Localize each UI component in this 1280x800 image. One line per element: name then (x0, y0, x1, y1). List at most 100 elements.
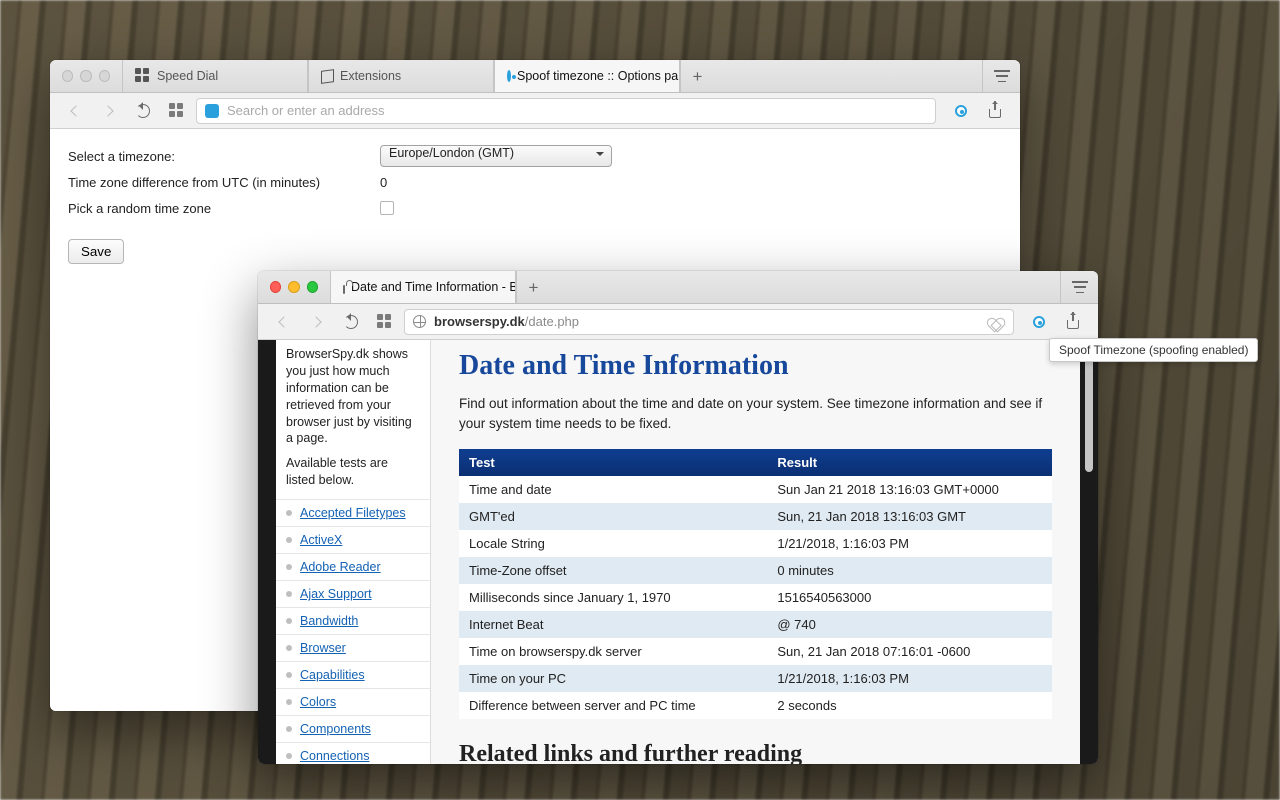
table-row: Locale String1/21/2018, 1:16:03 PM (459, 530, 1052, 557)
sidebar-item[interactable]: Adobe Reader (276, 553, 430, 580)
address-url-path: /date.php (525, 314, 579, 329)
table-row: Time-Zone offset0 minutes (459, 557, 1052, 584)
table-cell-result: Sun Jan 21 2018 13:16:03 GMT+0000 (767, 476, 1052, 503)
tab-speed-dial[interactable]: Speed Dial (122, 60, 308, 92)
lock-icon (343, 285, 345, 294)
tab-label: Spoof timezone :: Options pa (517, 69, 678, 83)
sidebar-item[interactable]: Ajax Support (276, 580, 430, 607)
sidebar-item[interactable]: Accepted Filetypes (276, 499, 430, 526)
share-button[interactable] (1058, 309, 1088, 335)
window-traffic-lights[interactable] (258, 271, 330, 303)
share-icon (1067, 320, 1079, 329)
plus-icon: + (693, 68, 703, 85)
apps-button[interactable] (370, 309, 400, 335)
reload-button[interactable] (336, 309, 366, 335)
timezone-select[interactable]: Europe/London (GMT) (380, 145, 612, 167)
table-cell-test: Time on browserspy.dk server (459, 638, 767, 665)
nav-forward-button[interactable] (94, 98, 124, 124)
results-table: Test Result Time and dateSun Jan 21 2018… (459, 449, 1052, 719)
sidebar-item[interactable]: Connections (276, 742, 430, 764)
sidebar-item[interactable]: Browser (276, 634, 430, 661)
table-cell-result: @ 740 (767, 611, 1052, 638)
table-cell-result: 0 minutes (767, 557, 1052, 584)
tab-label: Extensions (340, 69, 401, 83)
table-cell-result: Sun, 21 Jan 2018 07:16:01 -0600 (767, 638, 1052, 665)
sidebar-item-link[interactable]: Browser (300, 641, 346, 655)
table-cell-test: Milliseconds since January 1, 1970 (459, 584, 767, 611)
sidebar-item[interactable]: Colors (276, 688, 430, 715)
tab-spoof-timezone-options[interactable]: Spoof timezone :: Options pa (494, 60, 680, 92)
related-heading: Related links and further reading (459, 741, 1052, 764)
extension-spoof-timezone-button[interactable] (1024, 309, 1054, 335)
table-cell-result: 1516540563000 (767, 584, 1052, 611)
toolbar (50, 93, 1020, 129)
sidebar: BrowserSpy.dk shows you just how much in… (276, 340, 431, 764)
browser-window-browserspy: Date and Time Information - B + browsers… (258, 271, 1098, 764)
sidebar-item-link[interactable]: Capabilities (300, 668, 365, 682)
new-tab-button[interactable]: + (680, 60, 714, 92)
sidebar-item-link[interactable]: Adobe Reader (300, 560, 381, 574)
table-cell-test: Time-Zone offset (459, 557, 767, 584)
new-tab-button[interactable]: + (516, 271, 550, 303)
sidebar-intro: BrowserSpy.dk shows you just how much in… (276, 340, 430, 499)
address-bar[interactable] (196, 98, 936, 124)
window-traffic-lights[interactable] (50, 60, 122, 92)
nav-forward-button[interactable] (302, 309, 332, 335)
table-row: Internet Beat@ 740 (459, 611, 1052, 638)
world-icon (413, 315, 426, 328)
scrollbar[interactable] (1082, 340, 1096, 764)
table-row: Difference between server and PC time2 s… (459, 692, 1052, 719)
table-cell-test: Locale String (459, 530, 767, 557)
window-menu-button[interactable] (982, 60, 1020, 92)
utc-diff-label: Time zone difference from UTC (in minute… (68, 175, 368, 190)
sidebar-list: Accepted Filetypes ActiveX Adobe Reader Aja… (276, 499, 430, 764)
sidebar-intro-text: BrowserSpy.dk shows you just how much in… (286, 346, 420, 447)
tab-label: Date and Time Information - B (351, 280, 516, 294)
extension-spoof-timezone-button[interactable] (946, 98, 976, 124)
sidebar-item[interactable]: ActiveX (276, 526, 430, 553)
sidebar-item-link[interactable]: Bandwidth (300, 614, 358, 628)
grid-icon (135, 68, 151, 84)
sidebar-item-link[interactable]: Ajax Support (300, 587, 372, 601)
sidebar-item-link[interactable]: Colors (300, 695, 336, 709)
utc-diff-value: 0 (380, 175, 387, 190)
page-body: BrowserSpy.dk shows you just how much in… (258, 340, 1098, 764)
apps-icon (377, 314, 393, 330)
sidebar-item[interactable]: Components (276, 715, 430, 742)
page-subtitle: Find out information about the time and … (459, 394, 1052, 433)
share-button[interactable] (980, 98, 1010, 124)
main-content: Date and Time Information Find out infor… (431, 340, 1080, 764)
sidebar-item[interactable]: Capabilities (276, 661, 430, 688)
apps-button[interactable] (162, 98, 192, 124)
pin-icon (1033, 316, 1045, 328)
pin-icon (955, 105, 967, 117)
plus-icon: + (529, 279, 539, 296)
tab-date-info[interactable]: Date and Time Information - B (330, 271, 516, 303)
address-url-host: browserspy.dk (434, 314, 525, 329)
sidebar-item-link[interactable]: Components (300, 722, 371, 736)
reload-button[interactable] (128, 98, 158, 124)
bookmark-heart-button[interactable] (983, 309, 1005, 335)
sidebar-item-link[interactable]: ActiveX (300, 533, 342, 547)
table-row: Milliseconds since January 1, 1970151654… (459, 584, 1052, 611)
nav-back-button[interactable] (268, 309, 298, 335)
address-bar[interactable]: browserspy.dk/date.php (404, 309, 1014, 335)
extension-tooltip: Spoof Timezone (spoofing enabled) (1049, 338, 1258, 362)
tab-strip: Date and Time Information - B + (258, 271, 1098, 304)
nav-back-button[interactable] (60, 98, 90, 124)
tab-extensions[interactable]: Extensions (308, 60, 494, 92)
table-header-test: Test (459, 449, 767, 476)
sidebar-item[interactable]: Bandwidth (276, 607, 430, 634)
random-tz-label: Pick a random time zone (68, 201, 368, 216)
address-input[interactable] (227, 103, 927, 118)
site-identity-icon (205, 104, 219, 118)
sidebar-item-link[interactable]: Connections (300, 749, 370, 763)
address-url: browserspy.dk/date.php (434, 314, 579, 329)
sidebar-item-link[interactable]: Accepted Filetypes (300, 506, 406, 520)
save-button[interactable]: Save (68, 239, 124, 264)
menu-icon (1072, 281, 1088, 293)
reload-icon (344, 315, 358, 329)
chevron-left-icon (275, 314, 291, 330)
window-menu-button[interactable] (1060, 271, 1098, 303)
random-tz-checkbox[interactable] (380, 201, 394, 215)
